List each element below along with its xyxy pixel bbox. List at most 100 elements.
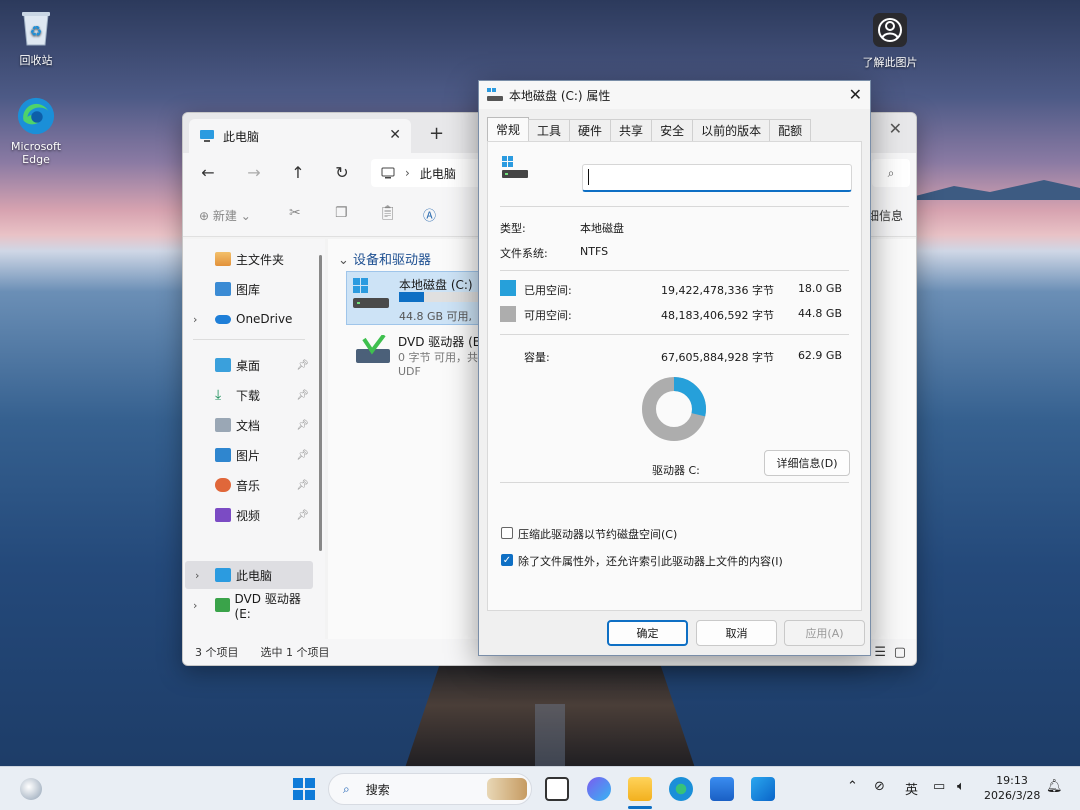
- details-view-icon[interactable]: ☰: [874, 645, 886, 660]
- chevron-right-icon[interactable]: ›: [193, 313, 197, 326]
- outlook-icon[interactable]: [751, 777, 775, 801]
- drive-name: 本地磁盘 (C:): [399, 278, 473, 292]
- tab-security[interactable]: 安全: [651, 119, 694, 141]
- drive-icon: [487, 88, 503, 101]
- camera-icon: [870, 10, 910, 50]
- drive-item-c[interactable]: 本地磁盘 (C:) 44.8 GB 可用,: [346, 271, 486, 325]
- search-highlight-image: [487, 778, 527, 800]
- close-icon[interactable]: ✕: [849, 85, 862, 104]
- clock-time: 19:13: [996, 774, 1028, 787]
- desktop-icon-learn-about-picture[interactable]: 了解此图片: [858, 10, 922, 70]
- explorer-tab[interactable]: 此电脑 ✕: [189, 119, 411, 153]
- windows-start-icon[interactable]: [293, 778, 315, 800]
- ime-indicator[interactable]: 英: [905, 779, 918, 798]
- new-button[interactable]: ⊕ 新建 ⌄: [199, 207, 251, 224]
- rename-icon[interactable]: Ⓐ: [423, 205, 436, 224]
- clock-date: 2026/3/28: [984, 789, 1041, 802]
- taskbar-search-box[interactable]: ⌕ 搜索: [328, 773, 532, 805]
- text-caret: [588, 169, 589, 185]
- paste-icon[interactable]: 📋︎: [379, 205, 397, 221]
- forward-arrow-icon[interactable]: →: [243, 163, 265, 182]
- sidebar-item-dvd-drive[interactable]: › DVD 驱动器 (E:: [183, 591, 313, 621]
- used-space-gb: 18.0 GB: [797, 282, 842, 295]
- sidebar-item-documents[interactable]: 文档 📌︎: [183, 411, 313, 439]
- back-arrow-icon[interactable]: ←: [197, 163, 219, 182]
- drive-name-input[interactable]: [582, 164, 852, 192]
- copy-icon[interactable]: ❐: [335, 205, 348, 221]
- divider: [500, 270, 849, 271]
- tiles-view-icon[interactable]: ▢: [894, 645, 906, 660]
- taskbar: ⌕ 搜索 ⌃ ⊘ 英 ▭ 🔈︎ 19:13 2026/3/28 🔔︎: [0, 766, 1080, 810]
- ok-button[interactable]: 确定: [607, 620, 688, 646]
- new-tab-icon[interactable]: +: [429, 123, 444, 144]
- compress-checkbox[interactable]: [501, 527, 513, 539]
- close-window-icon[interactable]: ✕: [889, 119, 902, 138]
- store-icon[interactable]: [710, 777, 734, 801]
- tab-sharing[interactable]: 共享: [610, 119, 653, 141]
- filesystem-label: 文件系统:: [500, 247, 548, 260]
- refresh-icon[interactable]: ↻: [331, 163, 353, 182]
- used-space-bytes: 19,422,478,336 字节: [661, 284, 774, 297]
- desktop-icon-edge[interactable]: Microsoft Edge: [4, 96, 68, 166]
- drive-free-text: 0 字节 可用，共: [398, 351, 478, 364]
- sidebar-item-label: 视频: [236, 508, 261, 523]
- tab-general[interactable]: 常规: [487, 117, 530, 141]
- edge-taskbar-icon[interactable]: [669, 777, 693, 801]
- chevron-up-icon[interactable]: ⌃: [847, 779, 858, 794]
- sidebar-item-home[interactable]: 主文件夹: [183, 245, 313, 273]
- cut-icon[interactable]: ✂: [289, 205, 301, 221]
- desktop-icon-recycle-bin[interactable]: ♻ 回收站: [4, 8, 68, 68]
- tab-previous-versions[interactable]: 以前的版本: [692, 119, 771, 141]
- details-button[interactable]: 细信息: [867, 207, 903, 224]
- notification-bell-icon[interactable]: 🔔︎: [1046, 779, 1063, 794]
- address-bar[interactable]: › 此电脑: [371, 159, 483, 187]
- index-checkbox[interactable]: ✓: [501, 554, 513, 566]
- tab-tools[interactable]: 工具: [528, 119, 571, 141]
- sidebar-item-this-pc[interactable]: › 此电脑: [185, 561, 313, 589]
- disk-usage-donut: [642, 377, 706, 441]
- search-box[interactable]: ⌕: [872, 159, 910, 187]
- general-tab-panel: 类型: 本地磁盘 文件系统: NTFS 已用空间: 19,422,478,336…: [487, 141, 862, 611]
- computer-icon: [381, 167, 395, 179]
- svg-text:♻: ♻: [30, 24, 43, 40]
- divider: [500, 206, 849, 207]
- sidebar-item-pictures[interactable]: 图片 📌︎: [183, 441, 313, 469]
- network-off-icon[interactable]: ⊘: [874, 779, 885, 794]
- cloud-icon: [215, 314, 231, 324]
- sidebar-scrollbar[interactable]: [319, 255, 322, 551]
- free-space-swatch: [500, 306, 516, 322]
- free-space-gb: 44.8 GB: [797, 307, 842, 320]
- chevron-right-icon[interactable]: ›: [193, 599, 197, 612]
- properties-dialog: 本地磁盘 (C:) 属性 ✕ 常规 工具 硬件 共享 安全 以前的版本 配额 类…: [478, 80, 871, 656]
- sidebar-item-downloads[interactable]: ⤓ 下载 📌︎: [183, 381, 313, 409]
- clock[interactable]: 19:13 2026/3/28: [984, 773, 1040, 803]
- sidebar-item-videos[interactable]: 视频 📌︎: [183, 501, 313, 529]
- widgets-icon[interactable]: [20, 778, 42, 800]
- sidebar-item-label: 图库: [236, 282, 261, 297]
- wallpaper-mountains: [900, 180, 1080, 200]
- up-arrow-icon[interactable]: ↑: [287, 163, 309, 182]
- display-icon[interactable]: ▭: [933, 779, 945, 794]
- close-tab-icon[interactable]: ✕: [389, 127, 401, 143]
- tab-hardware[interactable]: 硬件: [569, 119, 612, 141]
- details-button[interactable]: 详细信息(D): [764, 450, 850, 476]
- item-count: 3 个项目: [195, 646, 239, 659]
- apply-button[interactable]: 应用(A): [784, 620, 865, 646]
- group-header[interactable]: ⌄ 设备和驱动器: [338, 249, 431, 268]
- type-value: 本地磁盘: [580, 222, 624, 235]
- drive-usage-bar: [399, 292, 485, 302]
- file-explorer-taskbar-icon[interactable]: [628, 777, 652, 801]
- taskbar-search-label: 搜索: [365, 782, 390, 797]
- sidebar-item-gallery[interactable]: 图库: [183, 275, 313, 303]
- sidebar-item-onedrive[interactable]: › OneDrive: [183, 305, 313, 333]
- sidebar-item-desktop[interactable]: 桌面 📌︎: [183, 351, 313, 379]
- chevron-right-icon[interactable]: ›: [195, 569, 199, 582]
- drive-item-dvd[interactable]: DVD 驱动器 (E: 0 字节 可用，共 UDF: [346, 329, 486, 383]
- volume-icon[interactable]: 🔈︎: [957, 779, 965, 794]
- copilot-icon[interactable]: [587, 777, 611, 801]
- cancel-button[interactable]: 取消: [696, 620, 777, 646]
- used-space-swatch: [500, 280, 516, 296]
- tab-quota[interactable]: 配额: [769, 119, 812, 141]
- task-view-icon[interactable]: [545, 777, 569, 801]
- sidebar-item-music[interactable]: 音乐 📌︎: [183, 471, 313, 499]
